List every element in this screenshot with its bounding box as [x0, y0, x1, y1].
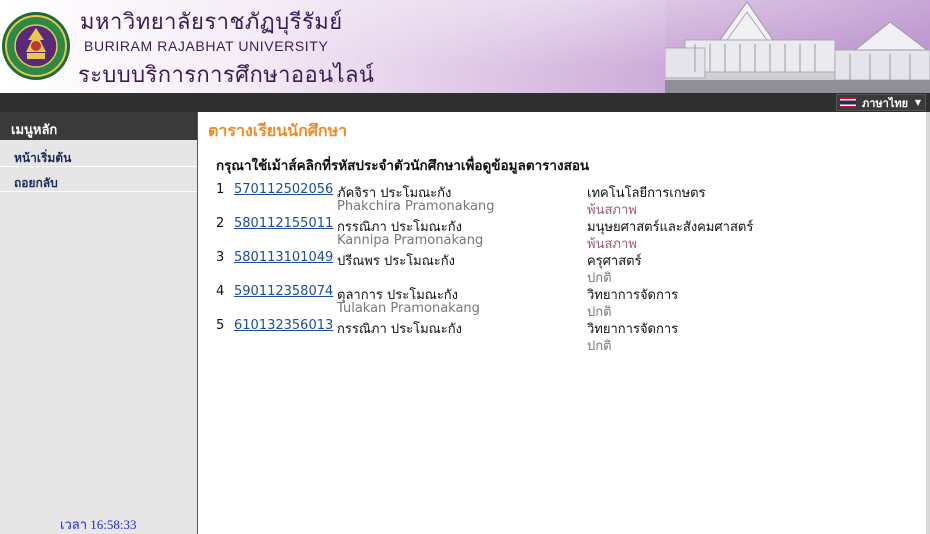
- language-selector[interactable]: ภาษาไทย ▼: [836, 94, 926, 111]
- student-row: 3 580113101049 ปรีณพร ประโมณะกัง ครุศาสต…: [216, 250, 916, 286]
- student-row: 4 590112358074 ตุลาการ ประโมณะกัง Tulaka…: [216, 284, 916, 320]
- row-number: 4: [216, 284, 225, 299]
- student-name-english: Tulakan Pramonakang: [337, 301, 480, 316]
- page-title: ตารางเรียนนักศึกษา: [208, 121, 348, 140]
- right-border: [926, 112, 930, 534]
- student-status: ปกติ: [587, 339, 612, 354]
- student-name-thai: กรรณิภา ประโมณะกัง: [337, 322, 462, 337]
- clock: เวลา 16:58:33: [60, 517, 137, 532]
- row-number: 3: [216, 250, 225, 265]
- language-label: ภาษาไทย: [862, 96, 909, 110]
- student-row: 2 580112155011 กรรณิภา ประโมณะกัง Kannip…: [216, 216, 916, 252]
- student-id-link[interactable]: 580113101049: [234, 250, 333, 265]
- caret-down-icon: ▼: [914, 98, 921, 107]
- row-number: 5: [216, 318, 225, 333]
- main-content: ตารางเรียนนักศึกษา กรุณาใช้เม้าส์คลิกที่…: [199, 112, 926, 534]
- top-bar: ภาษาไทย ▼: [0, 93, 930, 112]
- university-building-image: [665, 0, 930, 93]
- row-number: 2: [216, 216, 225, 231]
- header-banner: มหาวิทยาลัยราชภัฏบุรีรัมย์ BURIRAM RAJAB…: [0, 0, 930, 93]
- row-number: 1: [216, 182, 225, 197]
- student-id-link[interactable]: 570112502056: [234, 182, 333, 197]
- student-name-thai: ปรีณพร ประโมณะกัง: [337, 254, 456, 269]
- student-name-english: Kannipa Pramonakang: [337, 233, 484, 248]
- student-row: 5 610132356013 กรรณิภา ประโมณะกัง วิทยาก…: [216, 318, 916, 354]
- student-id-link[interactable]: 610132356013: [234, 318, 333, 333]
- university-seal-icon: [2, 12, 70, 80]
- system-name: ระบบบริการการศึกษาออนไลน์: [78, 63, 375, 88]
- student-row: 1 570112502056 ภัคจิรา ประโมณะกัง Phakch…: [216, 182, 916, 218]
- student-name-english: Phakchira Pramonakang: [337, 199, 495, 214]
- instruction-text: กรุณาใช้เม้าส์คลิกที่รหัสประจำตัวนักศึกษ…: [216, 158, 590, 174]
- sidebar-title: เมนูหลัก: [0, 112, 197, 140]
- sidebar-item-home[interactable]: หน้าเริ่มต้น: [0, 142, 197, 167]
- student-id-link[interactable]: 590112358074: [234, 284, 333, 299]
- thai-flag-icon: [840, 97, 856, 108]
- university-name-english: BURIRAM RAJABHAT UNIVERSITY: [84, 38, 329, 54]
- sidebar-item-back[interactable]: ถอยกลับ: [0, 167, 197, 192]
- student-id-link[interactable]: 580112155011: [234, 216, 333, 231]
- university-name-thai: มหาวิทยาลัยราชภัฏบุรีรัมย์: [80, 10, 343, 35]
- sidebar: เมนูหลัก หน้าเริ่มต้น ถอยกลับ เวลา 16:58…: [0, 112, 198, 534]
